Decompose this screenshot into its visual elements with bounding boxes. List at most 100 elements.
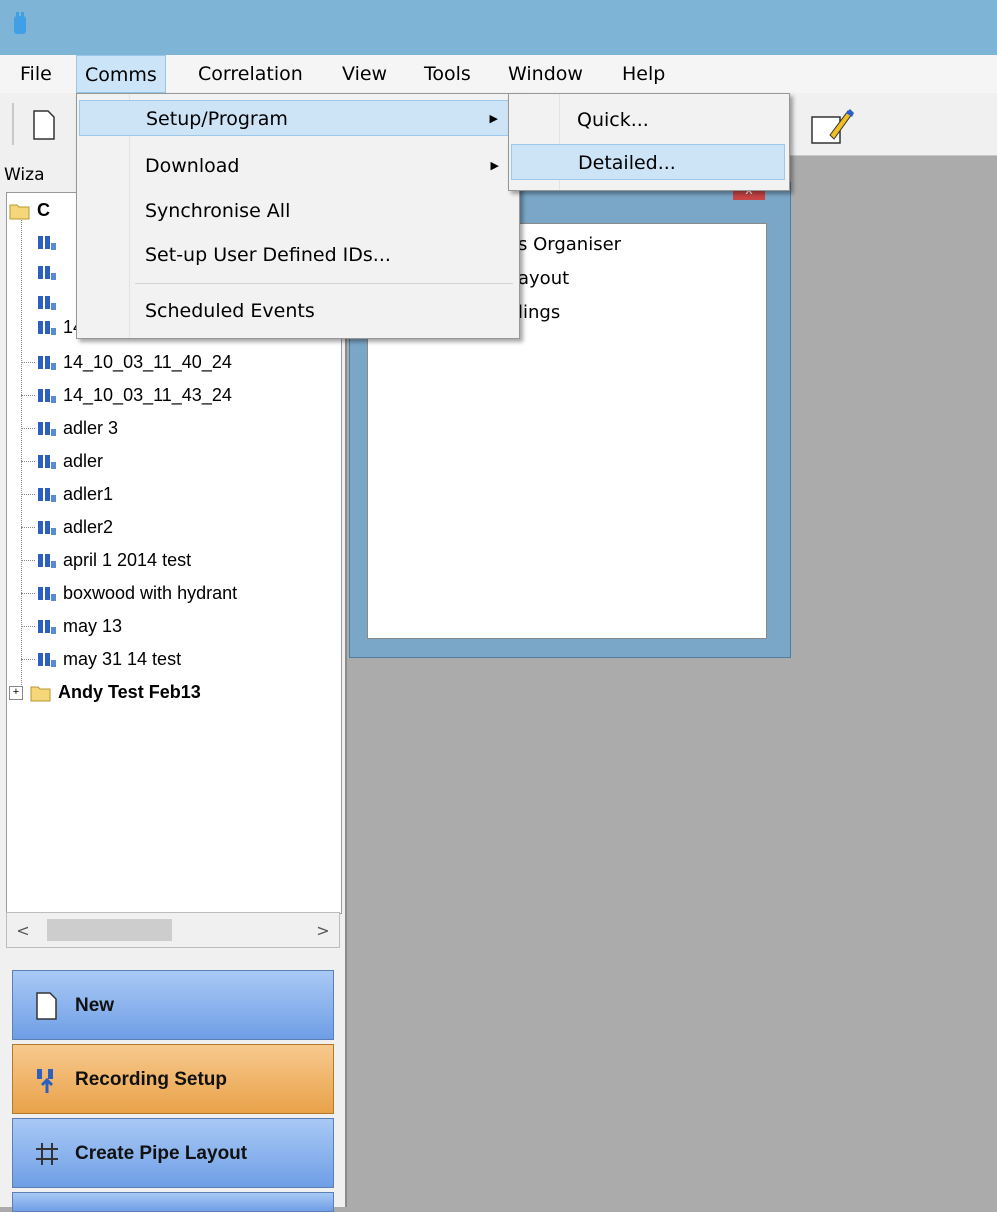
app-icon xyxy=(14,12,26,34)
tree-folder-andy[interactable]: + Andy Test Feb13 xyxy=(9,677,201,707)
menu-item-download[interactable]: Download ▶ xyxy=(79,148,515,184)
tree-item[interactable]: 14_10_03_11_43_24 xyxy=(21,380,232,410)
comms-menu: Setup/Program ▶ Download ▶ Synchronise A… xyxy=(76,93,520,339)
create-pipe-layout-button[interactable]: Create Pipe Layout xyxy=(12,1118,334,1188)
recording-icon xyxy=(38,389,56,404)
pipe-layout-icon xyxy=(36,1143,58,1165)
menu-item-label: Synchronise All xyxy=(145,200,291,222)
tree-root-label: C xyxy=(37,200,50,220)
tree-branch-line xyxy=(21,593,35,594)
recording-icon xyxy=(38,653,56,668)
menu-correlation[interactable]: Correlation xyxy=(190,55,311,93)
tree-item-label: adler 3 xyxy=(63,418,119,438)
tree-item-label: adler xyxy=(63,451,104,471)
toolbar-grip xyxy=(12,103,14,145)
recording-icon xyxy=(38,321,56,336)
tree-item-hidden-3[interactable] xyxy=(35,287,63,317)
expand-icon[interactable]: + xyxy=(9,686,23,701)
tree-item[interactable]: may 31 14 test xyxy=(21,644,182,674)
tree-item-label: boxwood with hydrant xyxy=(63,583,238,603)
recording-icon xyxy=(38,236,56,251)
tree-branch-line xyxy=(21,659,35,660)
menu-item-scheduled-events[interactable]: Scheduled Events xyxy=(79,293,515,329)
folder-icon xyxy=(30,686,51,702)
new-document-icon[interactable] xyxy=(30,109,58,141)
menu-item-label: Download xyxy=(145,155,240,177)
tree-item-hidden-1[interactable] xyxy=(35,227,63,257)
recording-icon xyxy=(38,554,56,569)
recording-setup-label: Recording Setup xyxy=(75,1069,228,1090)
recording-setup-icon xyxy=(37,1069,54,1093)
tree-horizontal-scrollbar[interactable]: < > xyxy=(6,912,340,948)
menu-view[interactable]: View xyxy=(334,55,395,93)
tree-item-label: adler2 xyxy=(63,517,114,537)
menu-item-label: Quick... xyxy=(577,109,649,131)
create-pipe-layout-label: Create Pipe Layout xyxy=(75,1143,248,1164)
scroll-right-icon[interactable]: > xyxy=(311,919,335,943)
layout-link[interactable]: ayout xyxy=(518,268,569,289)
tree-item[interactable]: adler1 xyxy=(21,479,114,509)
menu-item-user-defined-ids[interactable]: Set-up User Defined IDs... xyxy=(79,237,515,273)
tree-item-hidden-2[interactable] xyxy=(35,257,63,287)
menu-item-label: Set-up User Defined IDs... xyxy=(145,244,391,266)
menu-file[interactable]: File xyxy=(12,55,60,93)
tree-branch-line xyxy=(21,461,35,462)
scroll-left-icon[interactable]: < xyxy=(11,919,35,943)
setup-program-submenu: Quick... Detailed... xyxy=(508,93,790,191)
menu-item-label: Detailed... xyxy=(578,152,676,174)
menu-item-setup-program[interactable]: Setup/Program ▶ xyxy=(79,100,515,136)
tree-item[interactable]: boxwood with hydrant xyxy=(21,578,238,608)
submenu-arrow-icon: ▶ xyxy=(490,159,499,172)
menu-item-synchronise-all[interactable]: Synchronise All xyxy=(79,193,515,229)
menu-separator xyxy=(135,283,513,284)
tree-root[interactable]: C xyxy=(9,195,50,225)
tree-item-label: may 31 14 test xyxy=(63,649,182,669)
folder-open-icon xyxy=(9,204,30,220)
tree-line xyxy=(21,217,22,685)
tree-branch-line xyxy=(21,626,35,627)
tree-branch-line xyxy=(21,527,35,528)
recording-icon xyxy=(38,587,56,602)
tree-item[interactable]: adler2 xyxy=(21,512,114,542)
tree-item-label: 14_10_03_11_43_24 xyxy=(63,385,232,405)
recording-icon xyxy=(38,296,56,311)
organiser-link[interactable]: s Organiser xyxy=(518,234,621,255)
wizard-tab[interactable]: Wiza xyxy=(0,160,45,190)
tree-item-label: adler1 xyxy=(63,484,114,504)
wizard-button-partial[interactable] xyxy=(12,1192,334,1212)
tree-item-label: 14_10_03_11_40_24 xyxy=(63,352,232,372)
recording-icon xyxy=(38,521,56,536)
tree-branch-line xyxy=(21,560,35,561)
recording-icon xyxy=(38,356,56,371)
settings-link[interactable]: lings xyxy=(518,302,560,323)
title-bar xyxy=(0,0,997,55)
tree-item[interactable]: 14_10_03_11_40_24 xyxy=(21,347,232,377)
recording-icon xyxy=(38,422,56,437)
tree-folder-label: Andy Test Feb13 xyxy=(58,682,201,702)
tree-item[interactable]: adler 3 xyxy=(21,413,119,443)
menu-bar: File Comms Correlation View Tools Window… xyxy=(0,55,997,94)
menu-item-label: Setup/Program xyxy=(146,108,288,130)
edit-pencil-icon[interactable] xyxy=(808,105,858,147)
menu-comms[interactable]: Comms xyxy=(76,55,166,93)
tree-branch-line xyxy=(21,362,35,363)
menu-window[interactable]: Window xyxy=(500,55,591,93)
tree-item[interactable]: may 13 xyxy=(21,611,123,641)
submenu-arrow-icon: ▶ xyxy=(489,112,498,125)
recording-icon xyxy=(38,266,56,281)
menu-tools[interactable]: Tools xyxy=(416,55,479,93)
recording-setup-button[interactable]: Recording Setup xyxy=(12,1044,334,1114)
recording-icon xyxy=(38,488,56,503)
menu-item-detailed[interactable]: Detailed... xyxy=(511,144,785,180)
menu-help[interactable]: Help xyxy=(614,55,673,93)
tree-item[interactable]: adler xyxy=(21,446,104,476)
scrollbar-thumb[interactable] xyxy=(47,919,172,941)
tree-item[interactable]: april 1 2014 test xyxy=(21,545,192,575)
tree-item-label: april 1 2014 test xyxy=(63,550,192,570)
tree-branch-line xyxy=(21,395,35,396)
tree-item-label: may 13 xyxy=(63,616,123,636)
menu-item-quick[interactable]: Quick... xyxy=(511,102,785,138)
new-button[interactable]: New xyxy=(12,970,334,1040)
new-document-icon xyxy=(36,992,57,1020)
new-button-label: New xyxy=(75,995,115,1016)
